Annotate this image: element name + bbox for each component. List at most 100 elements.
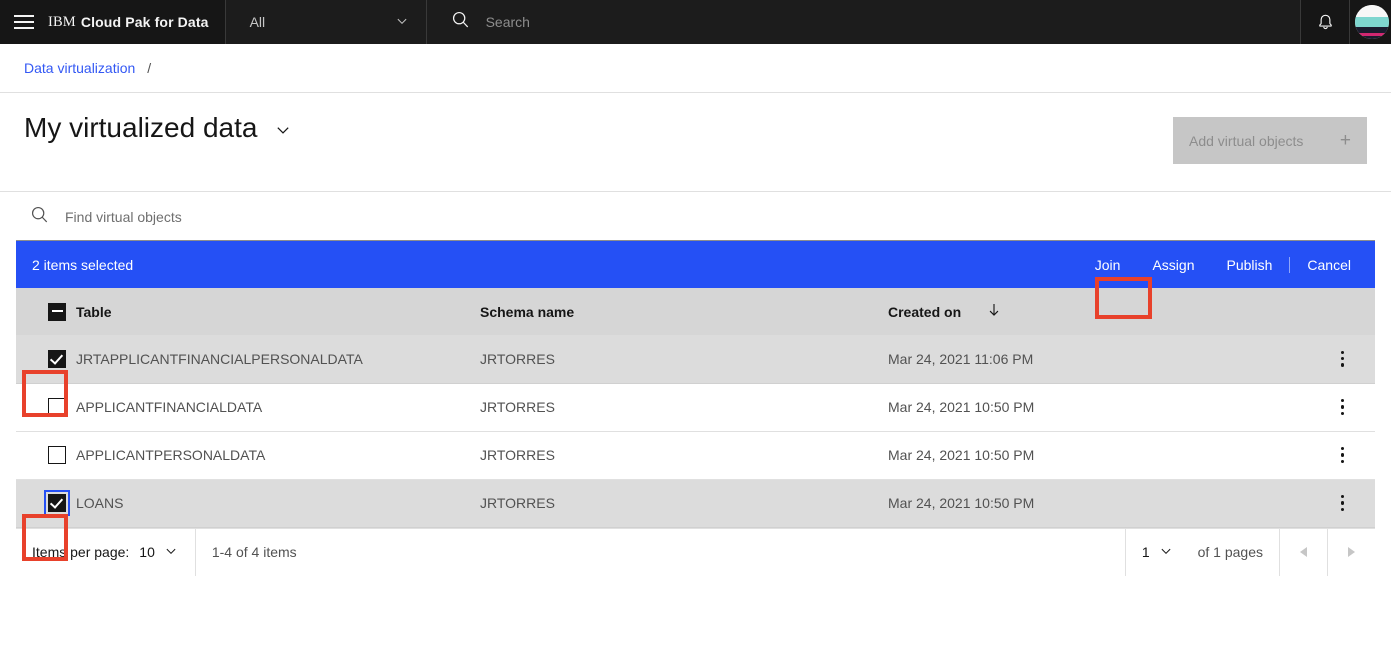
- cell-schema-name: JRTORRES: [480, 447, 555, 463]
- cell-overflow: [1294, 335, 1375, 383]
- assign-button[interactable]: Assign: [1136, 241, 1210, 288]
- global-search-placeholder: Search: [485, 14, 530, 30]
- table-row[interactable]: LOANS JRTORRES Mar 24, 2021 10:50 PM: [16, 479, 1375, 527]
- page-title-row: My virtualized data: [24, 112, 293, 144]
- column-header-overflow: [1294, 288, 1375, 335]
- virtual-objects-table-container: Find virtual objects 2 items selected Jo…: [16, 193, 1375, 576]
- overflow-menu-icon[interactable]: [1327, 343, 1359, 375]
- overflow-menu-icon[interactable]: [1327, 439, 1359, 471]
- items-per-page-value: 10: [139, 544, 155, 560]
- overflow-menu-icon[interactable]: [1327, 391, 1359, 423]
- cell-created-on: Mar 24, 2021 11:06 PM: [888, 350, 1034, 367]
- column-header-table[interactable]: Table: [76, 288, 480, 335]
- row-select-cell: [16, 479, 76, 527]
- chevron-down-icon: [394, 13, 410, 32]
- table-row[interactable]: APPLICANTPERSONALDATA JRTORRES Mar 24, 2…: [16, 431, 1375, 479]
- row-checkbox[interactable]: [48, 349, 66, 368]
- table-header-row: Table Schema name Created on: [16, 288, 1375, 335]
- cell-table-name: APPLICANTPERSONALDATA: [76, 447, 266, 463]
- application-window: IBM Cloud Pak for Data All Search Data v…: [0, 0, 1391, 670]
- search-icon: [30, 205, 49, 229]
- caret-right-icon: [1348, 547, 1355, 557]
- column-header-schema-name[interactable]: Schema name: [480, 288, 888, 335]
- find-virtual-objects-search[interactable]: Find virtual objects: [16, 193, 1375, 241]
- bell-icon[interactable]: [1301, 0, 1349, 44]
- breadcrumb: Data virtualization /: [0, 44, 1391, 93]
- cancel-button[interactable]: Cancel: [1291, 241, 1375, 288]
- table-row[interactable]: JRTAPPLICANTFINANCIALPERSONALDATA JRTORR…: [16, 335, 1375, 383]
- cell-table-name: LOANS: [76, 495, 124, 511]
- cell-table-name: APPLICANTFINANCIALDATA: [76, 399, 263, 415]
- chevron-down-icon: [163, 543, 179, 562]
- hamburger-menu-icon[interactable]: [0, 0, 48, 44]
- cell-schema-name: JRTORRES: [480, 350, 555, 367]
- global-search[interactable]: Search: [426, 0, 1300, 44]
- virtual-objects-table: Table Schema name Created on JRTAPPLICAN…: [16, 288, 1375, 528]
- page-number-select[interactable]: 1: [1142, 543, 1174, 562]
- chevron-down-icon: [1158, 543, 1174, 562]
- row-select-cell: [16, 335, 76, 383]
- brand-prefix: IBM: [48, 13, 76, 30]
- cell-created-on: Mar 24, 2021 10:50 PM: [888, 399, 1035, 415]
- row-checkbox[interactable]: [48, 446, 66, 465]
- batch-actions: Join Assign Publish Cancel: [1079, 241, 1375, 288]
- cell-created-on: Mar 24, 2021 10:50 PM: [888, 447, 1035, 463]
- table-head: Table Schema name Created on: [16, 288, 1375, 335]
- row-checkbox[interactable]: [48, 398, 66, 417]
- user-avatar-image: [1354, 5, 1389, 39]
- table-body: JRTAPPLICANTFINANCIALPERSONALDATA JRTORR…: [16, 335, 1375, 527]
- column-header-created-label: Created on: [888, 303, 962, 320]
- page-number-value: 1: [1141, 544, 1150, 560]
- breadcrumb-item-data-virtualization[interactable]: Data virtualization: [24, 60, 135, 76]
- global-header: IBM Cloud Pak for Data All Search: [0, 0, 1391, 44]
- batch-action-bar: 2 items selected Join Assign Publish Can…: [16, 241, 1375, 288]
- search-scope-select[interactable]: All: [225, 0, 426, 44]
- cell-overflow: [1294, 479, 1375, 527]
- select-all-header: [16, 288, 76, 335]
- arrow-down-icon: [985, 301, 1003, 322]
- cell-overflow: [1294, 431, 1375, 479]
- chevron-down-icon[interactable]: [273, 120, 293, 140]
- total-pages-label: of 1 pages: [1197, 544, 1263, 560]
- overflow-menu-icon[interactable]: [1327, 487, 1359, 519]
- cell-schema-name: JRTORRES: [480, 495, 555, 511]
- hamburger-bars: [14, 15, 34, 29]
- items-per-page-label: Items per page:: [32, 544, 130, 560]
- page-title: My virtualized data: [24, 112, 258, 143]
- brand-name: Cloud Pak for Data: [80, 14, 209, 30]
- column-header-schema-label: Schema name: [480, 303, 575, 320]
- select-all-checkbox[interactable]: [48, 302, 66, 321]
- add-virtual-objects-button[interactable]: Add virtual objects +: [1173, 117, 1367, 164]
- brand-link[interactable]: IBM Cloud Pak for Data: [48, 0, 225, 44]
- search-scope-value: All: [249, 14, 266, 30]
- selected-items-count: 2 items selected: [32, 256, 134, 273]
- search-input-placeholder: Find virtual objects: [65, 208, 182, 225]
- breadcrumb-separator: /: [147, 60, 152, 76]
- pagination-right: 1 of 1 pages: [1124, 528, 1375, 576]
- items-per-page: Items per page: 10: [16, 528, 196, 576]
- avatar[interactable]: [1350, 0, 1391, 44]
- column-header-created-on[interactable]: Created on: [888, 288, 1294, 335]
- pagination-bar: Items per page: 10 1-4 of 4 items 1 of 1…: [16, 527, 1375, 576]
- row-select-cell: [16, 383, 76, 431]
- next-page-button[interactable]: [1327, 528, 1375, 576]
- page-number-area: 1 of 1 pages: [1124, 528, 1279, 576]
- pagination-left: Items per page: 10 1-4 of 4 items: [16, 528, 313, 576]
- main-content: Find virtual objects 2 items selected Jo…: [0, 193, 1391, 576]
- previous-page-button[interactable]: [1279, 528, 1327, 576]
- cell-schema-name: JRTORRES: [480, 399, 555, 415]
- add-virtual-objects-label: Add virtual objects: [1189, 132, 1304, 149]
- row-select-cell: [16, 431, 76, 479]
- table-row[interactable]: APPLICANTFINANCIALDATA JRTORRES Mar 24, …: [16, 383, 1375, 431]
- items-per-page-select[interactable]: 10: [139, 543, 179, 562]
- publish-button[interactable]: Publish: [1210, 241, 1288, 288]
- caret-left-icon: [1300, 547, 1307, 557]
- plus-icon: +: [1339, 130, 1351, 151]
- cell-table-name: JRTAPPLICANTFINANCIALPERSONALDATA: [76, 350, 363, 367]
- column-header-table-label: Table: [76, 303, 112, 320]
- page-header: My virtualized data Add virtual objects …: [0, 94, 1391, 192]
- row-checkbox[interactable]: [44, 490, 70, 517]
- cell-created-on: Mar 24, 2021 10:50 PM: [888, 495, 1035, 511]
- search-icon: [451, 10, 470, 34]
- join-button[interactable]: Join: [1079, 241, 1137, 288]
